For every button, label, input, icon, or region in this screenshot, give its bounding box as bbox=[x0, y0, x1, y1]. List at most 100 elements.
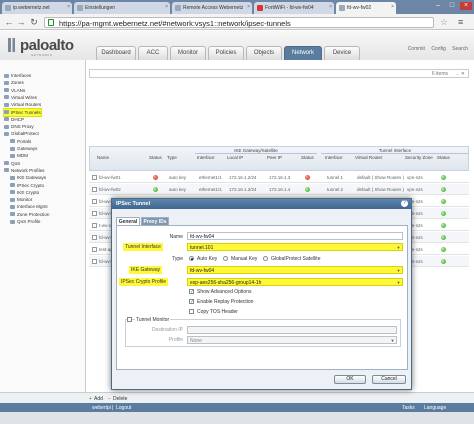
row-checkbox[interactable] bbox=[92, 211, 97, 216]
bookmark-star-icon[interactable]: ☆ bbox=[440, 17, 448, 28]
profile-select[interactable]: None ▼ bbox=[187, 336, 397, 344]
tree-item-ipsec-crypto[interactable]: IPSec Crypto bbox=[10, 182, 44, 189]
row-checkbox[interactable] bbox=[92, 235, 97, 240]
close-icon[interactable]: × bbox=[67, 4, 70, 10]
column-header[interactable]: Local IP bbox=[227, 155, 243, 160]
table-cell[interactable]: default ( Show Routes ) bbox=[357, 187, 404, 192]
tree-item-interfaces[interactable]: Interfaces bbox=[4, 72, 31, 79]
name-field[interactable]: fd-wv-fw04 bbox=[187, 232, 403, 240]
table-cell[interactable]: fd-wv-fw01 bbox=[99, 175, 121, 180]
tree-item-ipsec-tunnels[interactable]: IPSec Tunnels bbox=[3, 107, 42, 117]
table-cell[interactable]: fd-wv-fw02 bbox=[99, 187, 121, 192]
tree-item-vlans[interactable]: VLANs bbox=[4, 87, 25, 94]
column-header[interactable]: Status bbox=[437, 155, 450, 160]
add-icon[interactable]: + bbox=[89, 396, 92, 402]
minimize-icon[interactable]: – bbox=[432, 2, 444, 10]
browser-tab-1[interactable]: ip.webernetz.net × bbox=[2, 2, 72, 14]
row-checkbox[interactable] bbox=[92, 175, 97, 180]
ok-button[interactable]: OK bbox=[334, 375, 366, 384]
close-icon[interactable]: × bbox=[165, 4, 168, 10]
radio-globalprotect-satellite[interactable] bbox=[263, 256, 268, 261]
back-icon[interactable]: ← bbox=[4, 17, 14, 27]
tree-item-interface-mgmt[interactable]: Interface Mgmt bbox=[10, 203, 48, 210]
delete-button[interactable]: Delete bbox=[113, 396, 127, 402]
row-checkbox[interactable] bbox=[92, 199, 97, 204]
tab-device[interactable]: Device bbox=[324, 46, 360, 60]
tab-objects[interactable]: Objects bbox=[246, 46, 282, 60]
tab-policies[interactable]: Policies bbox=[208, 46, 244, 60]
column-header[interactable]: Interface bbox=[197, 155, 215, 160]
ike-gateway-select[interactable]: fd-wv-fw04 ▼ bbox=[187, 266, 403, 274]
table-row[interactable]: fd-wv-fw01 auto key ethernet1/1 172.16.1.2/… bbox=[89, 172, 469, 183]
tree-item-ike-crypto[interactable]: IKE Crypto bbox=[10, 189, 39, 196]
help-icon[interactable]: ? bbox=[401, 200, 408, 207]
tab-dashboard[interactable]: Dashboard bbox=[96, 46, 136, 60]
tree-item-zone-protection[interactable]: Zone Protection bbox=[10, 211, 49, 218]
browser-tab-4[interactable]: FortiWiFi - fd-wv-fw04 × bbox=[254, 2, 334, 14]
tree-item-qos-profile[interactable]: QoS Profile bbox=[10, 218, 41, 225]
filter-apply-icon[interactable]: → ✕ bbox=[454, 71, 465, 77]
tree-item-ike-gateways[interactable]: IKE Gateways bbox=[10, 174, 46, 181]
close-window-icon[interactable]: × bbox=[460, 2, 472, 10]
language-link[interactable]: Language bbox=[424, 405, 446, 411]
row-checkbox[interactable] bbox=[92, 259, 97, 264]
tree-item-network-profiles[interactable]: Network Profiles bbox=[4, 167, 44, 174]
tab-monitor[interactable]: Monitor bbox=[170, 46, 206, 60]
browser-tab-5[interactable]: fd-wv-fw02 × bbox=[336, 2, 396, 14]
row-checkbox[interactable] bbox=[92, 223, 97, 228]
column-header[interactable]: Name bbox=[97, 155, 109, 160]
tree-item-portals[interactable]: Portals bbox=[10, 138, 31, 145]
column-header[interactable]: Peer IP bbox=[267, 155, 282, 160]
column-header[interactable]: Interface bbox=[325, 155, 343, 160]
show-advanced-checkbox[interactable]: ✓ bbox=[189, 289, 194, 295]
column-header[interactable]: Type bbox=[167, 155, 177, 160]
tunnel-interface-select[interactable]: tunnel.101 ▼ bbox=[187, 243, 403, 251]
ipsec-crypto-profile-select[interactable]: esp-aes256-sha256-group14-1h ▼ bbox=[187, 278, 403, 286]
menu-icon[interactable]: ≡ bbox=[458, 17, 463, 27]
table-row[interactable]: fd-wv-fw02 auto key ethernet1/1 172.16.1.2/… bbox=[89, 184, 469, 195]
search-link[interactable]: Search bbox=[452, 46, 468, 52]
tree-item-virtual-routers[interactable]: Virtual Routers bbox=[4, 101, 41, 108]
column-header[interactable]: Status bbox=[149, 155, 162, 160]
reload-icon[interactable]: ↻ bbox=[29, 17, 39, 27]
tree-item-zones[interactable]: Zones bbox=[4, 79, 24, 86]
close-icon[interactable]: × bbox=[391, 4, 394, 10]
close-icon[interactable]: × bbox=[247, 4, 250, 10]
config-link[interactable]: Config bbox=[431, 46, 445, 52]
destination-ip-field[interactable] bbox=[187, 326, 397, 334]
cancel-button[interactable]: Cancel bbox=[372, 375, 406, 384]
close-icon[interactable]: × bbox=[329, 4, 332, 10]
browser-tab-2[interactable]: Einstellungen × bbox=[74, 2, 170, 14]
tree-item-globalprotect[interactable]: GlobalProtect bbox=[4, 130, 39, 137]
column-header[interactable]: Virtual Router bbox=[355, 155, 382, 160]
replay-protection-checkbox[interactable]: ✓ bbox=[189, 299, 194, 305]
tree-item-monitor[interactable]: Monitor bbox=[10, 196, 32, 203]
radio-auto-key[interactable] bbox=[189, 256, 194, 261]
radio-manual-key[interactable] bbox=[223, 256, 228, 261]
tunnel-monitor-checkbox[interactable] bbox=[127, 317, 132, 322]
row-checkbox[interactable] bbox=[92, 187, 97, 192]
logout-link[interactable]: Logout bbox=[116, 405, 131, 411]
table-cell[interactable]: default ( Show Routes ) bbox=[357, 175, 404, 180]
tree-item-gateways[interactable]: Gateways bbox=[10, 145, 37, 152]
tree-item-qos[interactable]: QoS bbox=[4, 160, 20, 167]
tab-acc[interactable]: ACC bbox=[138, 46, 168, 60]
tree-item-virtual-wires[interactable]: Virtual Wires bbox=[4, 94, 37, 101]
tab-network[interactable]: Network bbox=[284, 46, 322, 60]
column-header[interactable]: Security Zone bbox=[405, 155, 433, 160]
browser-tab-3[interactable]: Remote Access Webernetz × bbox=[172, 2, 252, 14]
filter-input[interactable]: 6 items → ✕ bbox=[89, 69, 469, 78]
tree-item-mdm[interactable]: MDM bbox=[10, 152, 28, 159]
column-header[interactable]: Status bbox=[301, 155, 314, 160]
delete-icon[interactable]: − bbox=[108, 396, 111, 402]
url-field[interactable]: https://pa-mgmt.webernetz.net/#network:v… bbox=[44, 17, 434, 28]
maximize-icon[interactable]: □ bbox=[446, 2, 458, 10]
tree-item-dhcp[interactable]: DHCP bbox=[4, 116, 24, 123]
tasks-link[interactable]: Tasks bbox=[402, 405, 415, 411]
forward-icon[interactable]: → bbox=[16, 17, 26, 27]
tree-item-dns-proxy[interactable]: DNS Proxy bbox=[4, 123, 34, 130]
copy-tos-checkbox[interactable] bbox=[189, 309, 194, 314]
row-checkbox[interactable] bbox=[92, 247, 97, 252]
add-button[interactable]: Add bbox=[94, 396, 103, 402]
commit-link[interactable]: Commit bbox=[408, 46, 425, 52]
